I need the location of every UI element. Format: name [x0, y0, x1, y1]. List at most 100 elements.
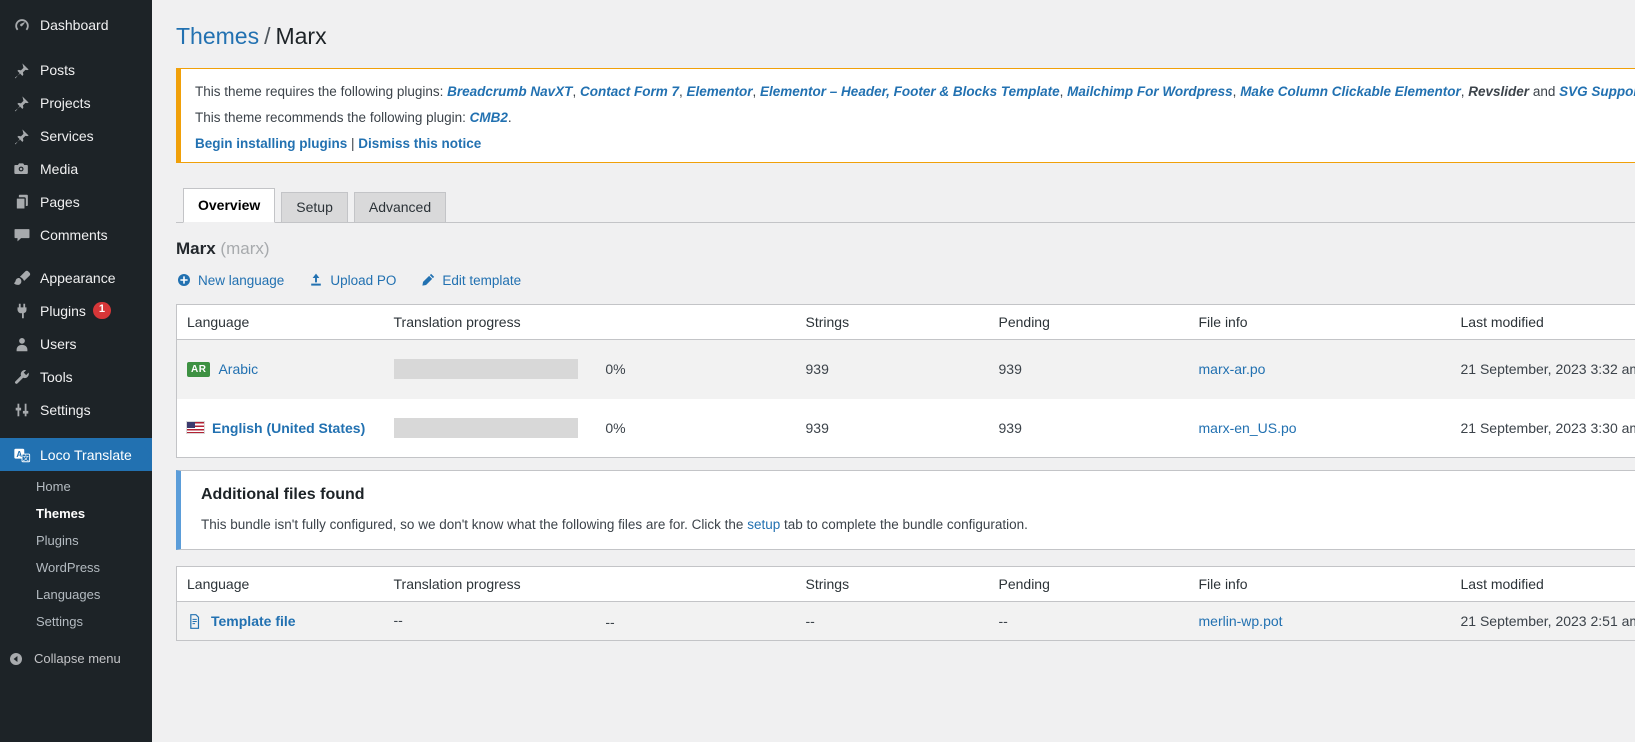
po-file-link[interactable]: marx-en_US.po — [1199, 420, 1297, 436]
collapse-arrow-icon — [6, 649, 26, 669]
pushpin-icon — [12, 126, 32, 146]
column-header-last-modified: Last modified — [1451, 567, 1635, 602]
settings-icon — [12, 400, 32, 420]
plugins-required-notice: This theme requires the following plugin… — [176, 68, 1635, 163]
new-language-link[interactable]: New language — [176, 272, 284, 288]
appearance-icon — [12, 268, 32, 288]
progress-percent-placeholder: -- — [605, 614, 614, 630]
sidebar-item-media[interactable]: Media — [0, 152, 152, 185]
table-header-row: Language Translation progress Strings Pe… — [177, 305, 1635, 340]
sidebar-item-settings[interactable]: Settings — [0, 393, 152, 426]
sidebar-item-pages[interactable]: Pages — [0, 185, 152, 218]
sidebar-item-appearance[interactable]: Appearance — [0, 261, 152, 294]
progress-percent: 0% — [605, 361, 625, 377]
submenu-item-plugins[interactable]: Plugins — [0, 527, 152, 554]
breadcrumb: Themes/Marx — [176, 21, 1635, 51]
plugin-icon — [12, 301, 32, 321]
bundle-actions: New language Upload PO Edit template — [176, 272, 1635, 288]
sidebar-item-label: Pages — [40, 194, 80, 210]
submenu-item-settings[interactable]: Settings — [0, 608, 152, 635]
sidebar-item-projects[interactable]: Projects — [0, 86, 152, 119]
collapse-menu-label: Collapse menu — [34, 651, 121, 666]
language-link[interactable]: Arabic — [218, 361, 258, 377]
bundle-name: Marx — [176, 239, 216, 258]
media-icon — [12, 159, 32, 179]
sidebar-item-label: Posts — [40, 62, 75, 78]
required-plugins-line: This theme requires the following plugin… — [195, 83, 1635, 100]
begin-installing-plugins-link[interactable]: Begin installing plugins — [195, 136, 347, 151]
sidebar-item-dashboard[interactable]: Dashboard — [0, 8, 152, 41]
submenu-item-wordpress[interactable]: WordPress — [0, 554, 152, 581]
submenu-item-home[interactable]: Home — [0, 473, 152, 500]
plugin-link[interactable]: Elementor – Header, Footer & Blocks Temp… — [760, 84, 1060, 99]
pending-count: 939 — [989, 340, 1189, 399]
sidebar-item-label: Tools — [40, 369, 73, 385]
sidebar-item-label: Comments — [40, 227, 108, 243]
sidebar-item-services[interactable]: Services — [0, 119, 152, 152]
recommended-plugin-line: This theme recommends the following plug… — [195, 109, 1635, 126]
submenu-item-themes[interactable]: Themes — [0, 500, 152, 527]
additional-files-title: Additional files found — [201, 486, 1635, 504]
table-row-arabic: AR Arabic 0% 939 939 marx-ar.po 21 Septe… — [177, 340, 1635, 399]
sidebar-item-label: Services — [40, 128, 94, 144]
strings-count: -- — [796, 602, 989, 641]
progress-placeholder: -- — [394, 612, 578, 628]
pending-count: -- — [989, 602, 1189, 641]
plugin-link[interactable]: Elementor — [686, 84, 752, 99]
notice-actions-line: Begin installing plugins | Dismiss this … — [195, 135, 1635, 152]
submenu-item-languages[interactable]: Languages — [0, 581, 152, 608]
table-row-english: English (United States) 0% 939 939 marx-… — [177, 399, 1635, 458]
tab-advanced[interactable]: Advanced — [354, 192, 446, 222]
admin-sidebar: Dashboard Posts Projects Services Media … — [0, 0, 152, 742]
column-header-progress: Translation progress — [384, 305, 796, 340]
sidebar-item-comments[interactable]: Comments — [0, 218, 152, 251]
pencil-icon — [420, 272, 436, 288]
plugin-link[interactable]: Contact Form 7 — [580, 84, 679, 99]
sidebar-item-users[interactable]: Users — [0, 327, 152, 360]
bundle-slug: (marx) — [220, 239, 269, 258]
sidebar-item-loco-translate[interactable]: A文 Loco Translate — [0, 438, 152, 471]
language-code-badge: AR — [187, 362, 210, 377]
collapse-menu-button[interactable]: Collapse menu — [0, 645, 152, 672]
breadcrumb-themes-link[interactable]: Themes — [176, 23, 259, 49]
breadcrumb-separator: / — [259, 23, 275, 49]
edit-template-link[interactable]: Edit template — [420, 272, 521, 288]
setup-tab-link[interactable]: setup — [747, 517, 780, 532]
plugins-update-count-badge: 1 — [93, 302, 111, 318]
strings-count: 939 — [796, 340, 989, 399]
column-header-language: Language — [177, 567, 384, 602]
page-title: Marx — [275, 23, 326, 49]
pushpin-icon — [12, 93, 32, 113]
sidebar-item-tools[interactable]: Tools — [0, 360, 152, 393]
sidebar-item-label: Projects — [40, 95, 91, 111]
svg-text:A: A — [16, 449, 22, 458]
dashboard-icon — [12, 15, 32, 35]
sidebar-item-label: Users — [40, 336, 77, 352]
tab-setup[interactable]: Setup — [281, 192, 348, 222]
plugin-link[interactable]: CMB2 — [470, 110, 508, 125]
plugin-link[interactable]: Breadcrumb NavXT — [447, 84, 572, 99]
last-modified: 21 September, 2023 3:30 am — [1451, 399, 1635, 458]
us-flag-icon — [187, 422, 204, 433]
column-header-strings: Strings — [796, 567, 989, 602]
plugin-link[interactable]: Make Column Clickable Elementor — [1240, 84, 1461, 99]
loco-translate-submenu: Home Themes Plugins WordPress Languages … — [0, 471, 152, 637]
pot-file-link[interactable]: merlin-wp.pot — [1199, 613, 1283, 629]
dismiss-notice-link[interactable]: Dismiss this notice — [358, 136, 481, 151]
column-header-file-info: File info — [1189, 305, 1451, 340]
files-table: Language Translation progress Strings Pe… — [176, 566, 1635, 641]
additional-files-panel: Additional files found This bundle isn't… — [176, 470, 1635, 550]
language-link[interactable]: English (United States) — [212, 420, 365, 436]
translate-icon: A文 — [12, 445, 32, 465]
template-file-link[interactable]: Template file — [211, 613, 296, 629]
progress-percent: 0% — [605, 420, 625, 436]
plugin-link[interactable]: SVG Support — [1559, 84, 1635, 99]
progress-bar — [394, 418, 578, 438]
sidebar-item-posts[interactable]: Posts — [0, 53, 152, 86]
sidebar-item-plugins[interactable]: Plugins 1 — [0, 294, 152, 327]
upload-po-link[interactable]: Upload PO — [308, 272, 396, 288]
tab-overview[interactable]: Overview — [183, 188, 275, 223]
plugin-link[interactable]: Mailchimp For Wordpress — [1067, 84, 1233, 99]
column-header-pending: Pending — [989, 567, 1189, 602]
po-file-link[interactable]: marx-ar.po — [1199, 361, 1266, 377]
